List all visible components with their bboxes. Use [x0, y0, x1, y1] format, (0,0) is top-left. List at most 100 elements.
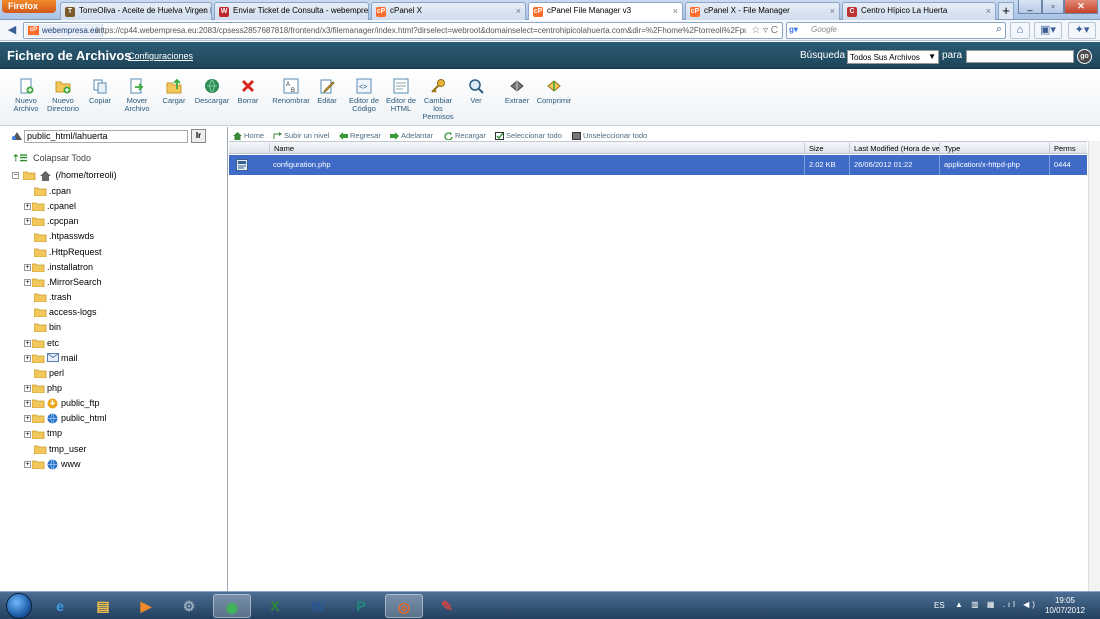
table-row[interactable]: configuration.php 2.02 KB 26/06/2012 01:… — [229, 155, 1087, 175]
close-icon[interactable]: × — [673, 6, 678, 16]
change-permissions-button[interactable]: Cambiar los Permisos — [420, 78, 456, 121]
col-size-header[interactable]: Size — [804, 143, 849, 154]
col-modified-header[interactable]: Last Modified (Hora de ve — [849, 143, 939, 154]
tree-item[interactable]: .trash — [24, 291, 72, 304]
tree-item[interactable]: + mail — [24, 352, 78, 365]
minimize-icon[interactable]: _ — [1018, 0, 1042, 14]
expand-toggle-icon[interactable]: + — [24, 385, 31, 393]
copy-button[interactable]: Copiar — [86, 78, 114, 105]
tree-item[interactable]: + .cpanel — [24, 200, 76, 213]
tree-item[interactable]: tmp_user — [24, 443, 87, 456]
expand-toggle-icon[interactable]: + — [24, 218, 31, 226]
tree-item[interactable]: .HttpRequest — [24, 246, 102, 259]
nav-back[interactable]: Regresar — [339, 131, 381, 141]
tab-cpanel-file-manager[interactable]: cP cPanel X - File Manager × — [685, 2, 840, 20]
code-editor-button[interactable]: <> Editor de Código — [346, 78, 382, 113]
tab-file-manager-v3[interactable]: cP cPanel File Manager v3 × — [528, 2, 683, 21]
bookmark-star-icon[interactable]: ☆ ▿ C — [751, 23, 778, 38]
magnifier-icon[interactable]: ⌕ — [996, 23, 1002, 36]
tab-centro-hipico[interactable]: C Centro Hípico La Huerta × — [842, 2, 996, 20]
cell-perms[interactable]: 0444 — [1049, 155, 1087, 175]
expand-toggle-icon[interactable]: + — [24, 279, 31, 287]
language-indicator[interactable]: ES — [934, 601, 945, 610]
col-type-header[interactable]: Type — [939, 143, 1049, 154]
extract-button[interactable]: Extraer — [502, 78, 532, 105]
tree-item[interactable]: + www — [24, 458, 81, 471]
new-folder-button[interactable]: Nuevo Directorio — [46, 78, 80, 113]
system-tray-icons[interactable]: ▲ ▥ ▦ .ıl ◀) — [955, 600, 1038, 609]
tree-item[interactable]: + .MirrorSearch — [24, 276, 102, 289]
collapse-toggle-icon[interactable]: − — [12, 172, 19, 180]
expand-toggle-icon[interactable]: + — [24, 400, 31, 408]
expand-toggle-icon[interactable]: + — [24, 263, 31, 271]
collapse-all-link[interactable]: ⇡☰ Colapsar Todo — [12, 153, 91, 164]
tab-enviar-ticket[interactable]: W Enviar Ticket de Consulta - webempresa… — [214, 2, 369, 20]
expand-toggle-icon[interactable]: + — [24, 354, 31, 362]
file-explorer-icon[interactable]: ▤ — [84, 594, 122, 618]
tree-item[interactable]: access-logs — [24, 306, 97, 319]
go-path-button[interactable]: Ir — [191, 129, 206, 143]
excel-icon[interactable]: X — [256, 594, 294, 618]
word-icon[interactable]: W — [299, 594, 337, 618]
view-button[interactable]: Ver — [465, 78, 487, 105]
expand-toggle-icon[interactable]: + — [24, 430, 31, 438]
internet-explorer-icon[interactable]: e — [41, 594, 79, 618]
rename-button[interactable]: AB Renombrar — [271, 78, 311, 105]
media-player-icon[interactable]: ▶ — [127, 594, 165, 618]
tree-root[interactable]: − (/home/torreoli) — [12, 169, 117, 182]
go-button[interactable]: go — [1077, 49, 1092, 64]
maximize-icon[interactable]: ▫ — [1042, 0, 1064, 14]
firefox-icon[interactable]: ◎ — [385, 594, 423, 618]
nav-home[interactable]: Home — [233, 131, 264, 141]
delete-button[interactable]: Borrar — [235, 78, 261, 105]
expand-toggle-icon[interactable]: + — [24, 415, 31, 423]
start-button[interactable] — [6, 593, 32, 619]
expand-toggle-icon[interactable]: + — [24, 339, 31, 347]
expand-toggle-icon[interactable]: + — [24, 203, 31, 211]
search-input[interactable] — [966, 50, 1074, 63]
tree-item[interactable]: + public_ftp — [24, 397, 100, 410]
tree-item[interactable]: .htpasswds — [24, 230, 94, 243]
tab-torreoliva[interactable]: T TorreOliva - Aceite de Huelva Virgen E… — [60, 2, 212, 20]
download-button[interactable]: Descargar — [193, 78, 231, 105]
settings-link[interactable]: Configuraciones — [128, 51, 193, 61]
close-icon[interactable]: × — [516, 6, 521, 16]
addon-icon[interactable]: ✦▾ — [1068, 22, 1096, 39]
close-icon[interactable]: × — [202, 6, 207, 16]
search-bar[interactable]: g▾ Google ⌕ — [786, 22, 1006, 39]
nav-forward[interactable]: Adelantar — [390, 131, 433, 141]
close-icon[interactable]: × — [359, 6, 364, 16]
tree-item[interactable]: + .installatron — [24, 261, 93, 274]
tree-item[interactable]: perl — [24, 367, 64, 380]
tree-item[interactable]: bin — [24, 321, 61, 334]
publisher-icon[interactable]: P — [342, 594, 380, 618]
system-clock[interactable]: 19:05 10/07/2012 — [1030, 596, 1100, 616]
cell-name[interactable]: configuration.php — [269, 155, 804, 175]
new-tab-button[interactable]: + — [998, 2, 1014, 19]
google-icon[interactable]: g▾ — [789, 25, 809, 36]
move-file-button[interactable]: Mover Archivo — [121, 78, 153, 113]
tree-item[interactable]: + .cpcpan — [24, 215, 79, 228]
tree-item[interactable]: + public_html — [24, 412, 107, 425]
home-icon[interactable]: ⌂ — [1010, 22, 1030, 39]
firefox-menu-button[interactable]: Firefox — [2, 0, 56, 13]
edit-button[interactable]: Editar — [314, 78, 340, 105]
site-identity[interactable]: cP webempresa.eu — [26, 24, 103, 37]
compress-button[interactable]: Comprimir — [535, 78, 573, 105]
tree-item[interactable]: .cpan — [24, 185, 71, 198]
tab-cpanel-x[interactable]: cP cPanel X × — [371, 2, 526, 20]
close-icon[interactable]: × — [830, 6, 835, 16]
nav-up-level[interactable]: Subir un nivel — [273, 131, 329, 140]
tree-item[interactable]: + php — [24, 382, 62, 395]
url-bar[interactable]: cP webempresa.eu https://cp44.webempresa… — [23, 22, 783, 39]
col-perms-header[interactable]: Perms — [1049, 143, 1087, 154]
path-input[interactable]: public_html/lahuerta — [24, 130, 188, 143]
new-file-button[interactable]: Nuevo Archivo — [9, 78, 43, 113]
tree-item[interactable]: + tmp — [24, 427, 62, 440]
nav-select-all[interactable]: Seleccionar todo — [495, 131, 562, 141]
chrome-icon[interactable]: ◉ — [213, 594, 251, 618]
search-scope-select[interactable]: Todos Sus Archivos ▼ — [847, 50, 939, 64]
close-icon[interactable]: × — [986, 6, 991, 16]
tree-item[interactable]: + etc — [24, 337, 59, 350]
back-icon[interactable]: ◀ — [3, 23, 21, 38]
